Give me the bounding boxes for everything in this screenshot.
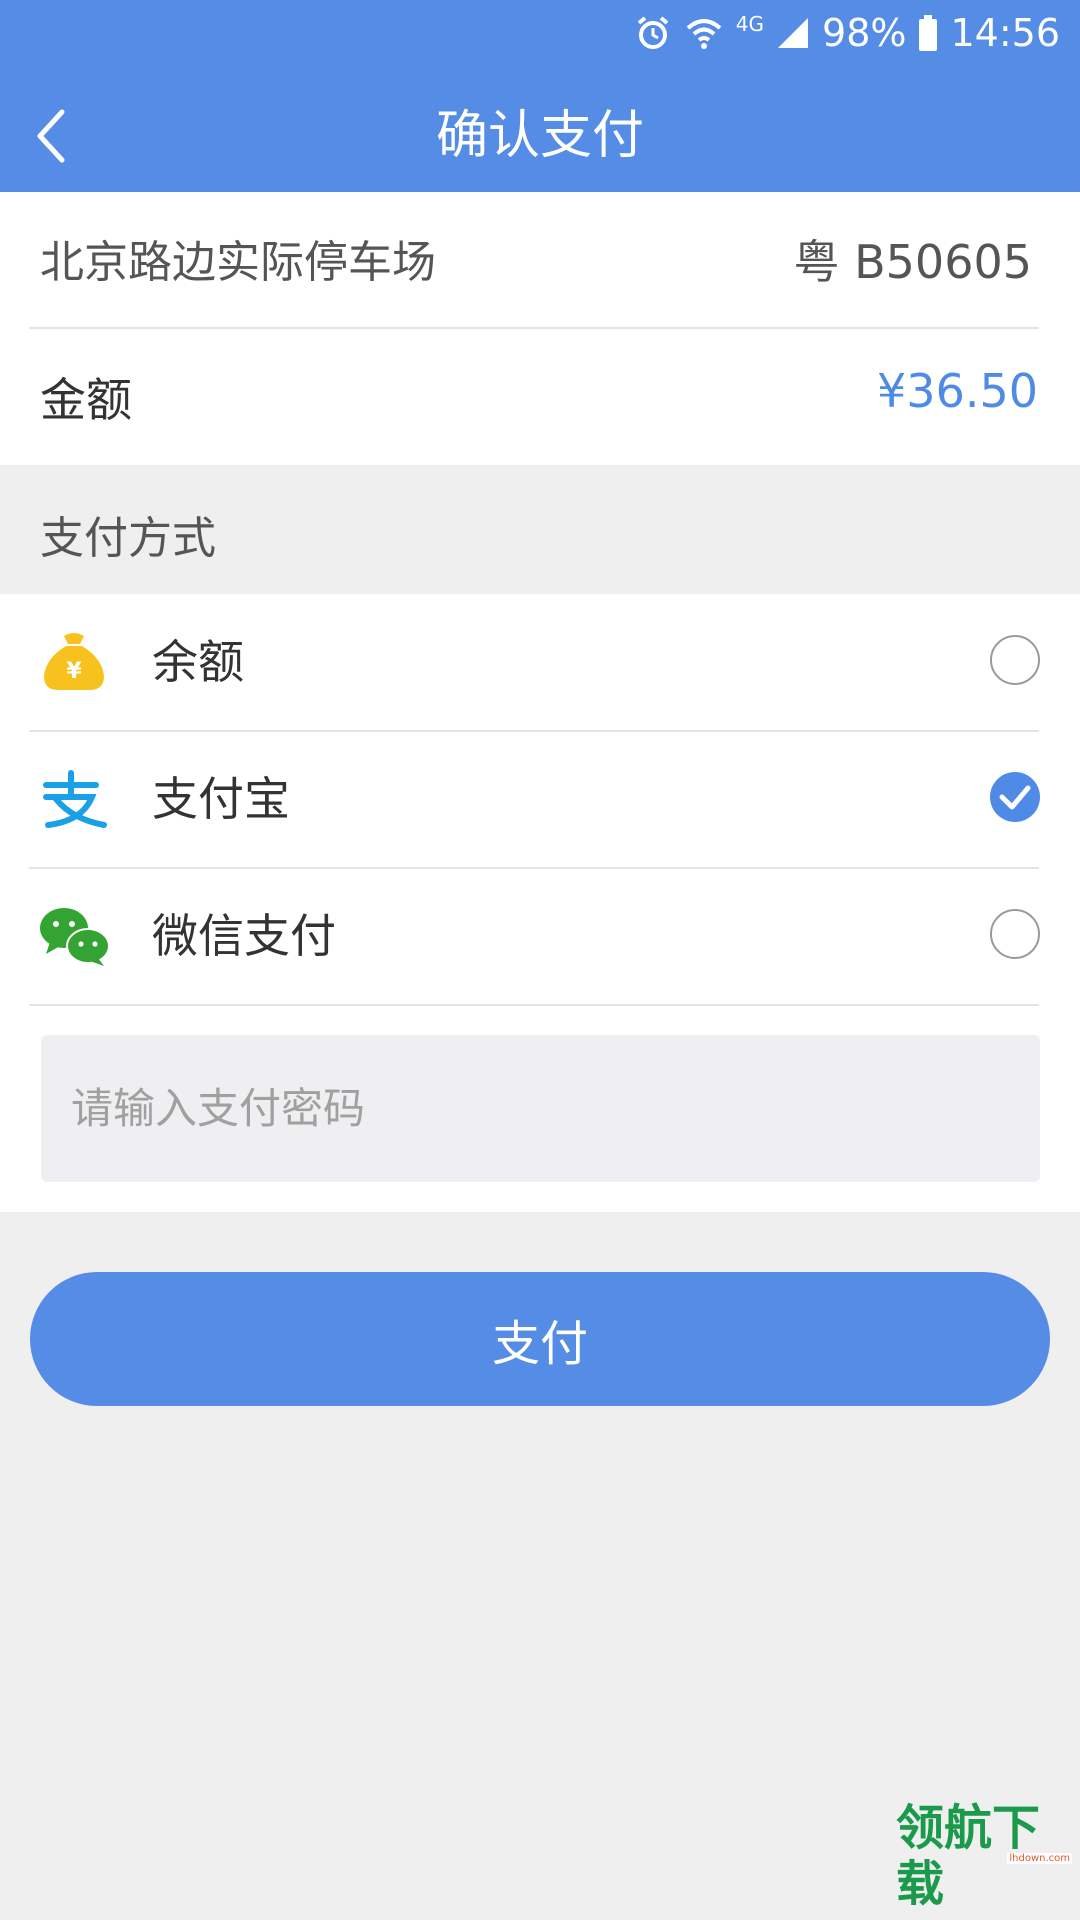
status-icons: 4G 98% 14:56 <box>634 10 1060 56</box>
divider <box>29 327 1039 329</box>
page-title: 确认支付 <box>435 106 644 166</box>
payment-method-heading: 支付方式 <box>40 513 216 564</box>
method-label: 支付宝 <box>152 772 290 826</box>
checkmark-icon <box>999 785 1031 810</box>
method-balance[interactable]: ¥ 余额 <box>0 594 1080 730</box>
order-card: 北京路边实际停车场 粤 B50605 金额 ¥36.50 <box>0 192 1080 465</box>
app-header: 4G 98% 14:56 确认支付 <box>0 0 1080 192</box>
alarm-icon <box>637 16 669 49</box>
amount-row: 金额 ¥36.50 <box>0 364 1080 427</box>
radio-button[interactable] <box>990 635 1040 685</box>
method-label: 余额 <box>152 635 244 689</box>
alipay-icon <box>43 770 107 828</box>
status-bar: 4G 98% 14:56 <box>0 0 1080 66</box>
method-alipay[interactable]: 支付宝 <box>0 731 1080 867</box>
watermark-text: 领航下载 <box>896 1800 1041 1912</box>
divider <box>29 1004 1039 1006</box>
license-plate: 粤 B50605 <box>793 235 1032 289</box>
lot-row: 北京路边实际停车场 粤 B50605 <box>0 226 1080 289</box>
wifi-icon <box>686 19 722 49</box>
wechat-icon <box>40 908 110 966</box>
svg-text:¥: ¥ <box>66 659 82 684</box>
parking-lot-name: 北京路边实际停车场 <box>40 237 436 288</box>
pay-button[interactable]: 支付 <box>30 1272 1050 1406</box>
method-wechat[interactable]: 微信支付 <box>0 868 1080 1004</box>
watermark: lhdown.com 领航下载 <box>896 1800 1076 1912</box>
amount-label: 金额 <box>40 373 132 427</box>
radio-button-checked[interactable] <box>990 772 1040 822</box>
amount-value: ¥36.50 <box>877 364 1038 418</box>
clock: 14:56 <box>950 11 1060 55</box>
radio-button[interactable] <box>990 909 1040 959</box>
network-type: 4G <box>735 12 765 36</box>
battery-icon <box>919 15 938 51</box>
battery-percent: 98% <box>822 11 907 55</box>
signal-icon <box>778 18 809 48</box>
payment-password-input[interactable] <box>41 1035 1040 1182</box>
method-label: 微信支付 <box>152 909 336 963</box>
money-bag-icon: ¥ <box>44 633 104 690</box>
